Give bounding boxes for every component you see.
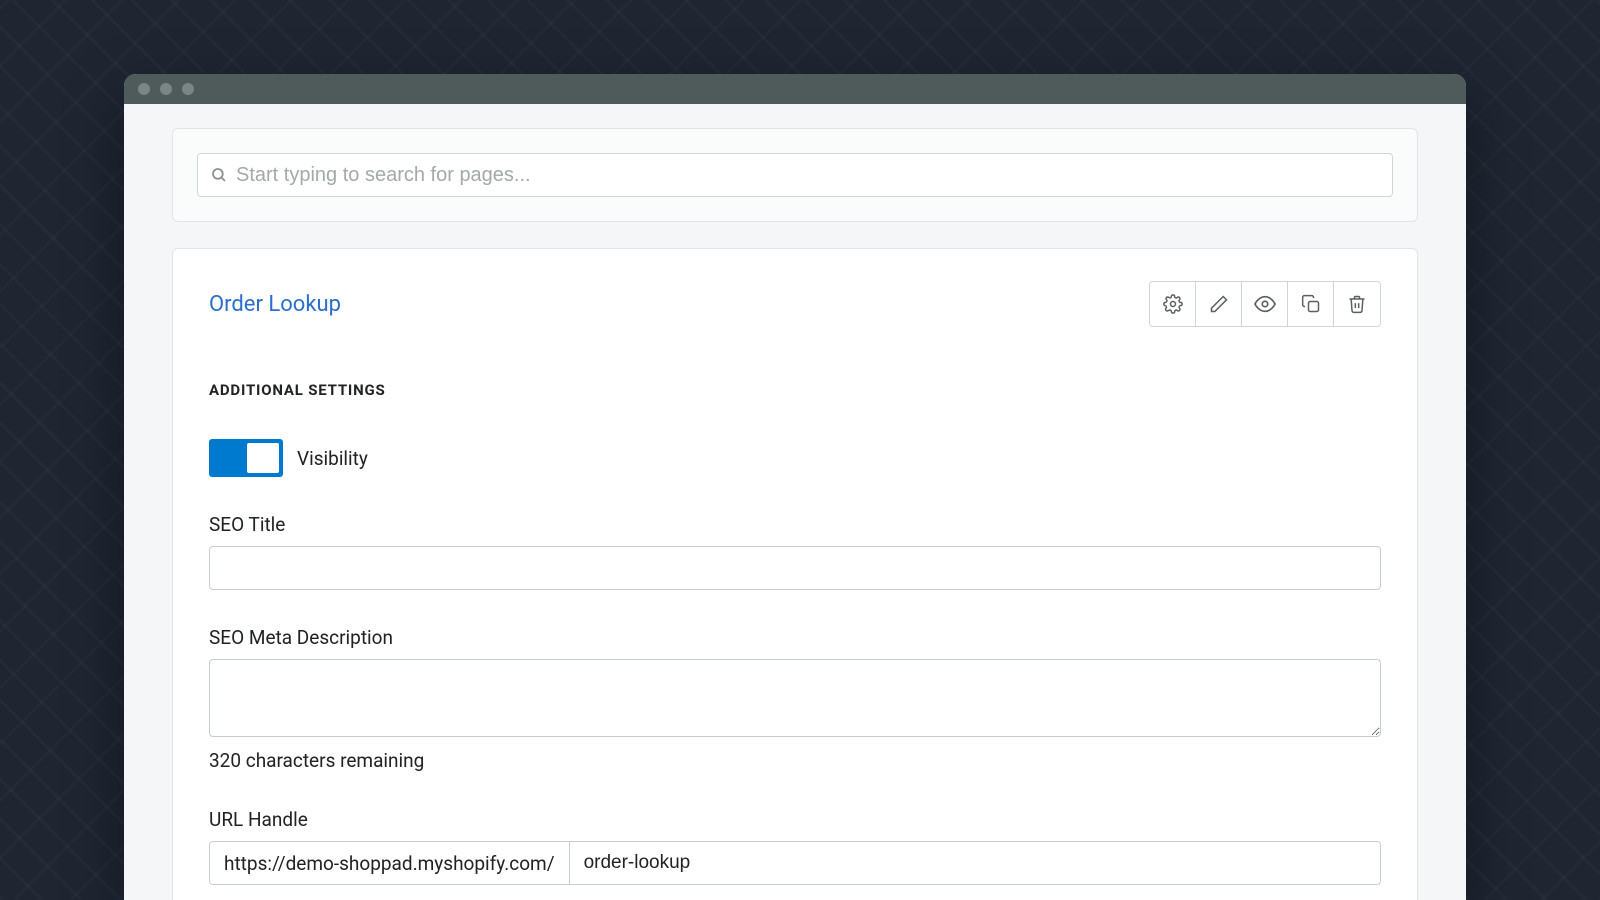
seo-meta-label: SEO Meta Description [209, 626, 1381, 649]
visibility-row: Visibility [209, 439, 1381, 477]
search-input[interactable] [236, 164, 1380, 187]
visibility-label: Visibility [297, 447, 368, 470]
url-handle-row: https://demo-shoppad.myshopify.com/ [209, 841, 1381, 885]
search-icon [210, 166, 228, 184]
edit-button[interactable] [1196, 282, 1242, 326]
seo-title-label: SEO Title [209, 513, 1381, 536]
seo-title-input[interactable] [209, 546, 1381, 590]
url-handle-prefix: https://demo-shoppad.myshopify.com/ [210, 842, 570, 884]
copy-icon [1301, 294, 1321, 314]
app-window: Order Lookup [124, 74, 1466, 900]
search-field-wrap[interactable] [197, 153, 1393, 197]
gear-icon [1163, 294, 1183, 314]
page-title-link[interactable]: Order Lookup [209, 292, 341, 317]
pencil-icon [1209, 294, 1229, 314]
page-toolbar [1149, 281, 1381, 327]
traffic-zoom[interactable] [182, 83, 194, 95]
traffic-minimize[interactable] [160, 83, 172, 95]
seo-meta-remaining: 320 characters remaining [209, 749, 1381, 772]
url-handle-label: URL Handle [209, 808, 1381, 831]
seo-meta-textarea[interactable] [209, 659, 1381, 737]
copy-button[interactable] [1288, 282, 1334, 326]
window-titlebar [124, 74, 1466, 104]
trash-icon [1347, 294, 1367, 314]
url-handle-input[interactable] [570, 842, 1380, 884]
delete-button[interactable] [1334, 282, 1380, 326]
settings-button[interactable] [1150, 282, 1196, 326]
section-heading: Additional Settings [209, 381, 1381, 399]
visibility-toggle[interactable] [209, 439, 283, 477]
page-card: Order Lookup [172, 248, 1418, 900]
page-header: Order Lookup [209, 281, 1381, 327]
view-button[interactable] [1242, 282, 1288, 326]
traffic-close[interactable] [138, 83, 150, 95]
content-area: Order Lookup [124, 104, 1466, 900]
search-card [172, 128, 1418, 222]
eye-icon [1254, 293, 1276, 315]
